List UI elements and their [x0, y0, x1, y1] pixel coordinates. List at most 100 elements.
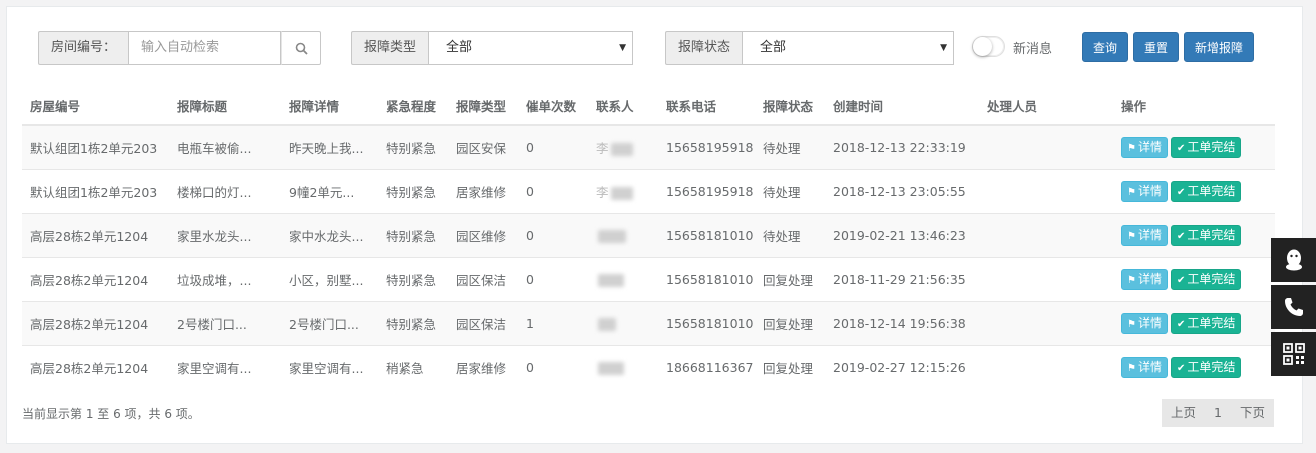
- complete-order-button[interactable]: ✔ 工单完结: [1170, 357, 1242, 378]
- col-header-contact[interactable]: 联系人: [588, 87, 658, 126]
- col-header-urgency[interactable]: 紧急程度: [378, 87, 448, 126]
- phone-cell: 15658181010: [658, 257, 755, 302]
- status-select[interactable]: 全部 ▼: [742, 31, 955, 65]
- type-cell: 园区保洁: [448, 257, 518, 302]
- urgency-cell: 特别紧急: [378, 257, 448, 302]
- complete-order-button[interactable]: ✔ 工单完结: [1170, 225, 1242, 246]
- col-header-created[interactable]: 创建时间: [825, 87, 979, 126]
- reset-button[interactable]: 重置: [1133, 32, 1179, 62]
- col-header-type[interactable]: 报障类型: [448, 87, 518, 126]
- room-cell: 默认组团1栋2单元203: [22, 124, 169, 170]
- title-cell: 家里水龙头...: [169, 213, 281, 258]
- handler-cell: [979, 301, 1113, 346]
- type-cell: 园区安保: [448, 124, 518, 170]
- created-cell: 2019-02-21 13:46:23: [825, 213, 979, 258]
- title-cell: 家里空调有...: [169, 345, 281, 389]
- next-page-button[interactable]: 下页: [1231, 399, 1274, 427]
- redacted-contact: [610, 143, 633, 156]
- complete-order-button[interactable]: ✔ 工单完结: [1170, 181, 1242, 202]
- reminders-cell: 1: [518, 301, 588, 346]
- qq-contact-button[interactable]: [1271, 238, 1316, 282]
- type-cell: 居家维修: [448, 169, 518, 214]
- redacted-contact: [598, 230, 626, 243]
- tag-icon: ⚑: [1127, 275, 1136, 286]
- detail-button-label: 详情: [1137, 184, 1162, 198]
- handler-cell: [979, 257, 1113, 302]
- detail-button-label: 详情: [1137, 360, 1162, 374]
- phone-cell: 15658195918: [658, 124, 755, 170]
- type-cell: 居家维修: [448, 345, 518, 389]
- qq-icon: [1285, 249, 1302, 271]
- table-header-row: 房屋编号 报障标题 报障详情 紧急程度 报障类型 催单次数 联系人 联系电话 报…: [22, 87, 1275, 126]
- search-icon: [295, 42, 308, 55]
- tag-icon: ⚑: [1127, 231, 1136, 242]
- detail-button-label: 详情: [1137, 228, 1162, 242]
- complete-order-label: 工单完结: [1187, 316, 1236, 330]
- page-number-button[interactable]: 1: [1205, 399, 1231, 427]
- actions-cell: ⚑ 详情 ✔ 工单完结: [1113, 124, 1275, 170]
- type-filter: 报障类型 全部 ▼: [351, 31, 634, 65]
- detail-cell: 昨天晚上我...: [281, 124, 378, 170]
- contact-cell: 李: [588, 124, 658, 170]
- contact-cell: [588, 345, 658, 389]
- new-message-toggle[interactable]: [972, 36, 1005, 57]
- add-report-button[interactable]: 新增报障: [1184, 32, 1254, 62]
- complete-order-label: 工单完结: [1187, 360, 1236, 374]
- check-icon: ✔: [1176, 275, 1186, 286]
- tag-icon: ⚑: [1127, 319, 1136, 330]
- status-cell: 待处理: [755, 169, 825, 214]
- detail-button[interactable]: ⚑ 详情: [1121, 357, 1168, 378]
- urgency-cell: 稍紧急: [378, 345, 448, 389]
- redacted-contact: [598, 274, 624, 287]
- detail-button[interactable]: ⚑ 详情: [1121, 269, 1168, 290]
- detail-button[interactable]: ⚑ 详情: [1121, 225, 1168, 246]
- actions-cell: ⚑ 详情 ✔ 工单完结: [1113, 345, 1275, 389]
- status-select-value: 全部: [760, 40, 787, 55]
- query-button[interactable]: 查询: [1082, 32, 1128, 62]
- status-cell: 回复处理: [755, 301, 825, 346]
- detail-button-label: 详情: [1137, 140, 1162, 154]
- qrcode-button[interactable]: [1271, 332, 1316, 376]
- pagination: 上页 1 下页: [1162, 399, 1274, 427]
- status-cell: 回复处理: [755, 345, 825, 389]
- phone-contact-button[interactable]: [1271, 285, 1316, 329]
- col-header-room[interactable]: 房屋编号: [22, 87, 169, 126]
- col-header-phone[interactable]: 联系电话: [658, 87, 755, 126]
- room-search-input[interactable]: [141, 32, 282, 63]
- reminders-cell: 0: [518, 257, 588, 302]
- urgency-cell: 特别紧急: [378, 301, 448, 346]
- col-header-status[interactable]: 报障状态: [755, 87, 825, 126]
- urgency-cell: 特别紧急: [378, 169, 448, 214]
- reminders-cell: 0: [518, 124, 588, 170]
- detail-button[interactable]: ⚑ 详情: [1121, 313, 1168, 334]
- complete-order-button[interactable]: ✔ 工单完结: [1170, 269, 1242, 290]
- tag-icon: ⚑: [1127, 187, 1136, 198]
- complete-order-label: 工单完结: [1187, 228, 1236, 242]
- check-icon: ✔: [1176, 363, 1186, 374]
- col-header-reminders[interactable]: 催单次数: [518, 87, 588, 126]
- detail-button-label: 详情: [1137, 272, 1162, 286]
- table-row: 高层28栋2单元1204 2号楼门口... 2号楼门口... 特别紧急 园区保洁 1 156…: [22, 301, 1275, 346]
- complete-order-button[interactable]: ✔ 工单完结: [1170, 137, 1242, 158]
- type-select[interactable]: 全部 ▼: [428, 31, 634, 65]
- tag-icon: ⚑: [1127, 143, 1136, 154]
- table-row: 默认组团1栋2单元203 电瓶车被偷... 昨天晚上我... 特别紧急 园区安保 0 李 15…: [22, 124, 1275, 170]
- col-header-title[interactable]: 报障标题: [169, 87, 281, 126]
- detail-button[interactable]: ⚑ 详情: [1121, 137, 1168, 158]
- check-icon: ✔: [1176, 231, 1186, 242]
- col-header-detail[interactable]: 报障详情: [281, 87, 378, 126]
- room-search-button[interactable]: [281, 31, 322, 65]
- room-cell: 高层28栋2单元1204: [22, 257, 169, 302]
- title-cell: 楼梯口的灯...: [169, 169, 281, 214]
- complete-order-button[interactable]: ✔ 工单完结: [1170, 313, 1242, 334]
- created-cell: 2018-12-14 19:56:38: [825, 301, 979, 346]
- detail-button[interactable]: ⚑ 详情: [1121, 181, 1168, 202]
- col-header-handler[interactable]: 处理人员: [979, 87, 1113, 126]
- type-label: 报障类型: [351, 31, 429, 65]
- prev-page-button[interactable]: 上页: [1162, 399, 1205, 427]
- detail-cell: 小区，别墅...: [281, 257, 378, 302]
- status-filter: 报障状态 全部 ▼: [665, 31, 955, 65]
- complete-order-label: 工单完结: [1187, 184, 1236, 198]
- room-label: 房间编号：: [38, 31, 129, 65]
- pagination-summary: 当前显示第 1 至 6 项，共 6 项。: [22, 407, 200, 421]
